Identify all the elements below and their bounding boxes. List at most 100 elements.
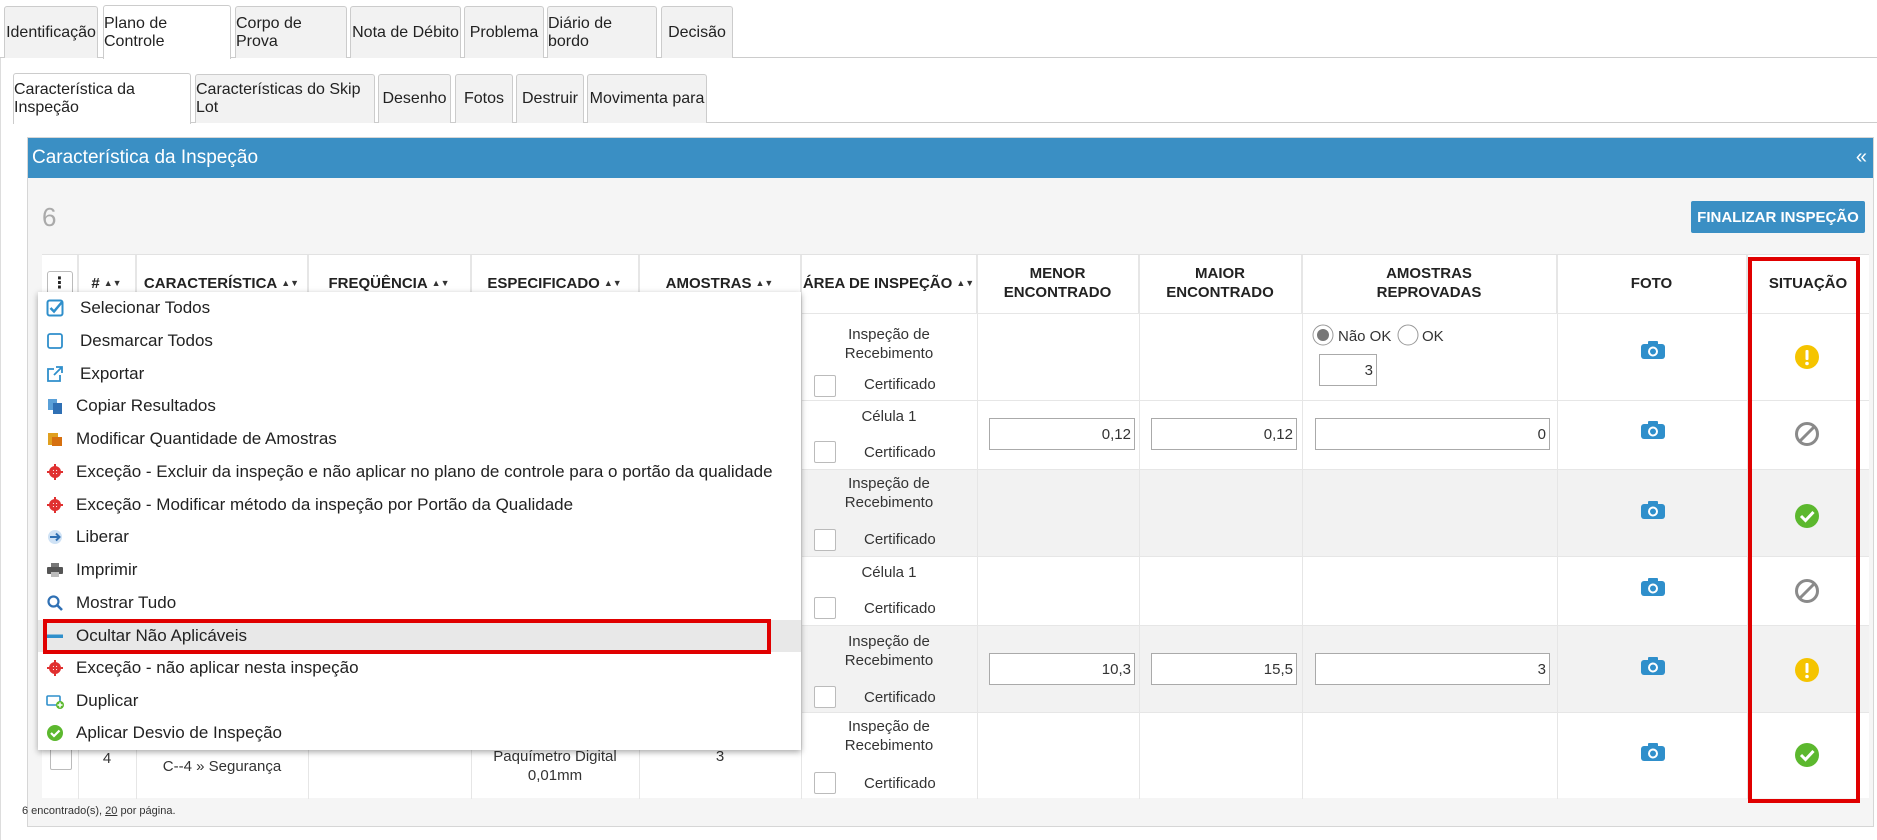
header-area[interactable]: ÁREA DE INSPEÇÃO ▲▼	[801, 255, 977, 313]
samples-icon	[48, 433, 62, 446]
search-icon	[47, 595, 63, 611]
tab-nota-de-debito[interactable]: Nota de Débito	[350, 6, 461, 58]
warning-status-icon	[1795, 345, 1819, 369]
radio-nao-ok-label: Não OK	[1338, 328, 1392, 345]
reprovadas-input[interactable]	[1315, 653, 1550, 685]
tab-decisao[interactable]: Decisão	[661, 6, 733, 58]
warning-status-icon	[1795, 658, 1819, 682]
menu-item-modificar-quantidade[interactable]: Modificar Quantidade de Amostras	[38, 423, 801, 455]
menu-item-imprimir[interactable]: Imprimir	[38, 554, 801, 586]
copy-icon	[48, 399, 62, 414]
especificado-cell: Paquímetro Digital 0,01mm	[493, 748, 617, 784]
menu-item-mostrar-tudo[interactable]: Mostrar Tudo	[38, 587, 801, 619]
certificado-checkbox[interactable]	[814, 529, 836, 551]
certificado-checkbox[interactable]	[814, 441, 836, 463]
column-divider	[977, 255, 978, 799]
finalize-inspection-button[interactable]: FINALIZAR INSPEÇÃO	[1691, 201, 1865, 233]
certificado-label: Certificado	[864, 689, 936, 706]
certificado-label: Certificado	[864, 444, 936, 461]
menu-item-aplicar-desvio[interactable]: Aplicar Desvio de Inspeção	[38, 717, 801, 749]
main-tab-bar: Identificação Plano de Controle Corpo de…	[0, 4, 1877, 59]
maior-input[interactable]	[1151, 418, 1297, 450]
certificado-label: Certificado	[864, 600, 936, 617]
tab-movimenta-para[interactable]: Movimenta para	[587, 74, 707, 123]
certificado-checkbox[interactable]	[814, 772, 836, 794]
menor-input[interactable]	[989, 418, 1135, 450]
radio-ok-label: OK	[1422, 328, 1444, 345]
header-menor: MENOR ENCONTRADO	[977, 255, 1139, 313]
reprovadas-input[interactable]	[1319, 354, 1377, 386]
blocked-status-icon	[1795, 422, 1819, 446]
minus-icon	[47, 634, 63, 638]
collapse-icon[interactable]: «	[1856, 146, 1867, 169]
menu-item-duplicar[interactable]: Duplicar	[38, 685, 801, 717]
tab-destruir[interactable]: Destruir	[516, 74, 584, 123]
sort-icon: ▲▼	[431, 278, 450, 289]
tab-desenho[interactable]: Desenho	[378, 74, 451, 123]
row-select-checkbox[interactable]	[50, 748, 72, 770]
tab-problema[interactable]: Problema	[464, 6, 544, 58]
menu-item-selecionar-todos[interactable]: Selecionar Todos	[38, 292, 801, 324]
certificado-checkbox[interactable]	[814, 686, 836, 708]
column-divider	[801, 255, 802, 799]
checkbox-empty-icon	[47, 333, 63, 349]
tab-diario-de-bordo[interactable]: Diário de bordo	[547, 6, 657, 58]
menu-item-liberar[interactable]: Liberar	[38, 521, 801, 553]
maior-input[interactable]	[1151, 653, 1297, 685]
menu-item-excecao-nao-aplicar[interactable]: Exceção - não aplicar nesta inspeção	[38, 652, 801, 684]
menor-input[interactable]	[989, 653, 1135, 685]
radio-ok[interactable]	[1397, 324, 1419, 346]
certificado-checkbox[interactable]	[814, 375, 836, 397]
menu-item-copiar-resultados[interactable]: Copiar Resultados	[38, 390, 801, 422]
sort-icon: ▲▼	[281, 278, 300, 289]
reprovadas-input[interactable]	[1315, 418, 1550, 450]
menu-item-exportar[interactable]: Exportar	[38, 358, 801, 390]
camera-icon[interactable]	[1640, 656, 1666, 676]
row-number: 4	[102, 750, 112, 767]
menu-item-excecao-modificar[interactable]: Exceção - Modificar método da inspeção p…	[38, 489, 801, 521]
sort-icon: ▲▼	[103, 278, 122, 289]
camera-icon[interactable]	[1640, 742, 1666, 762]
camera-icon[interactable]	[1640, 500, 1666, 520]
checkbox-checked-icon	[46, 299, 64, 317]
certificado-label: Certificado	[864, 376, 936, 393]
menu-item-excecao-excluir[interactable]: Exceção - Excluir da inspeção e não apli…	[38, 456, 801, 488]
header-maior: MAIOR ENCONTRADO	[1139, 255, 1302, 313]
tab-corpo-de-prova[interactable]: Corpo de Prova	[235, 6, 347, 58]
camera-icon[interactable]	[1640, 340, 1666, 360]
tab-caracteristica-da-inspecao[interactable]: Característica da Inspeção	[13, 73, 191, 124]
duplicate-icon	[46, 695, 64, 709]
area-cell: Inspeção de Recebimento	[844, 326, 934, 362]
camera-icon[interactable]	[1640, 420, 1666, 440]
tab-identificacao[interactable]: Identificação	[4, 6, 98, 58]
column-divider	[1139, 255, 1140, 799]
check-circle-icon	[47, 725, 63, 741]
menu-item-desmarcar-todos[interactable]: Desmarcar Todos	[38, 325, 801, 357]
per-page-link[interactable]: 20	[105, 805, 117, 817]
radio-nao-ok[interactable]	[1312, 324, 1334, 346]
printer-icon	[47, 563, 63, 577]
gear-icon	[47, 464, 63, 480]
certificado-label: Certificado	[864, 775, 936, 792]
camera-icon[interactable]	[1640, 577, 1666, 597]
tab-fotos[interactable]: Fotos	[455, 74, 513, 123]
export-icon	[47, 366, 63, 382]
area-cell: Célula 1	[861, 408, 917, 425]
tab-plano-de-controle[interactable]: Plano de Controle	[103, 5, 231, 59]
gear-icon	[47, 497, 63, 513]
record-count: 6	[42, 202, 57, 232]
area-cell: Inspeção de Recebimento	[844, 718, 934, 754]
header-reprovadas: AMOSTRAS REPROVADAS	[1302, 255, 1557, 313]
area-cell: Inspeção de Recebimento	[844, 475, 934, 511]
header-situacao: SITUAÇÃO	[1768, 274, 1848, 292]
column-divider	[1557, 255, 1558, 799]
panel-header: Característica da Inspeção «	[28, 138, 1873, 178]
certificado-label: Certificado	[864, 531, 936, 548]
certificado-checkbox[interactable]	[814, 597, 836, 619]
sort-icon: ▲▼	[956, 278, 975, 289]
blocked-status-icon	[1795, 579, 1819, 603]
sort-icon: ▲▼	[755, 278, 774, 289]
tab-skip-lot[interactable]: Características do Skip Lot	[195, 74, 375, 123]
menu-item-ocultar-nao-aplicaveis[interactable]: Ocultar Não Aplicáveis	[38, 620, 801, 652]
header-foto: FOTO	[1557, 255, 1747, 313]
